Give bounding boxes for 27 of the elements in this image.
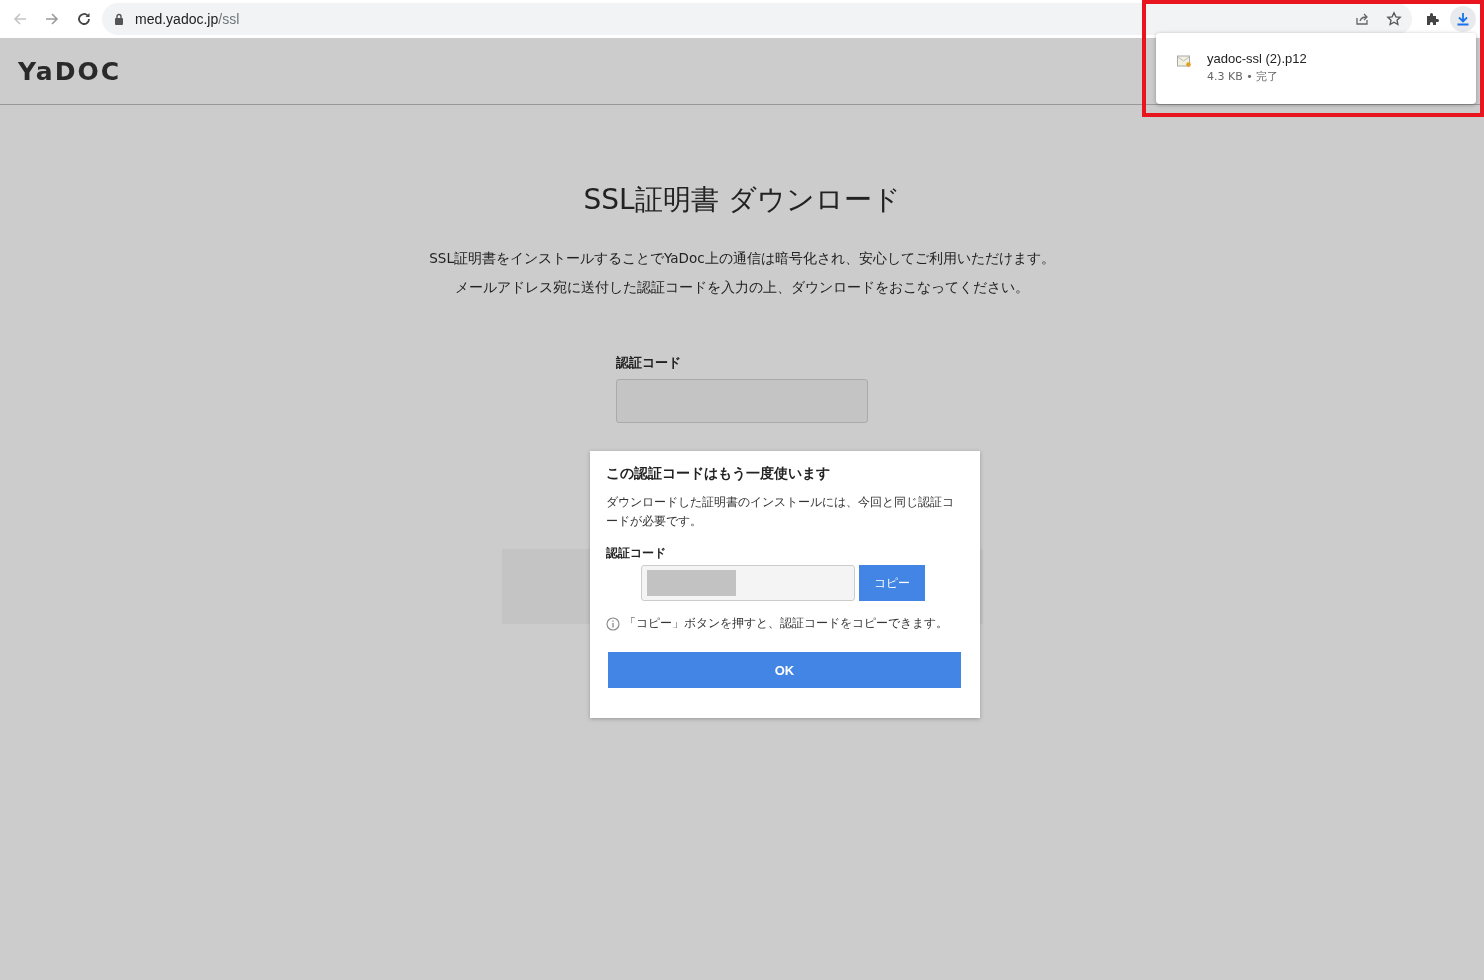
input-field[interactable] (616, 379, 868, 423)
ok-button[interactable]: OK (608, 652, 961, 688)
reload-icon[interactable] (76, 11, 92, 27)
dialog-title: この認証コードはもう一度使います (606, 465, 831, 483)
certificate-file-icon (1176, 53, 1192, 69)
description-text: SSL証明書をインストールすることでYaDoc上の通信は暗号化され、安心してご利用いただけます。 (429, 249, 1055, 268)
share-icon[interactable] (1354, 11, 1370, 27)
field-label: 認証コード (606, 546, 667, 561)
file-name[interactable]: yadoc-ssl (2).p12 (1207, 51, 1307, 66)
input-field[interactable] (641, 565, 855, 601)
lock-icon (114, 13, 124, 25)
site-logo[interactable]: YaDOC (18, 56, 122, 86)
download-icon (1455, 11, 1471, 27)
puzzle-piece-icon[interactable] (1424, 11, 1440, 27)
url-text: med.yadoc.jp/ssl (135, 11, 240, 27)
dialog-message: ダウンロードした証明書のインストールには、今回と同じ認証コードが必要です。 (606, 494, 955, 530)
download-button[interactable] (1450, 6, 1476, 32)
hint-text: 「コピー」ボタンを押すと、認証コードをコピーできます。 (624, 615, 948, 632)
field-label: 認証コード (616, 354, 682, 372)
copy-button[interactable]: コピー (859, 565, 925, 601)
address-bar[interactable]: med.yadoc.jp/ssl (102, 3, 1412, 35)
star-icon[interactable] (1386, 11, 1402, 27)
forward-arrow-icon[interactable] (44, 11, 60, 27)
page-title: SSL証明書 ダウンロード (583, 182, 901, 218)
description-text: メールアドレス宛に送付した認証コードを入力の上、ダウンロードをおこなってください。 (455, 278, 1029, 297)
info-icon (606, 616, 620, 631)
file-status: 4.3 KB • 完了 (1207, 69, 1280, 84)
